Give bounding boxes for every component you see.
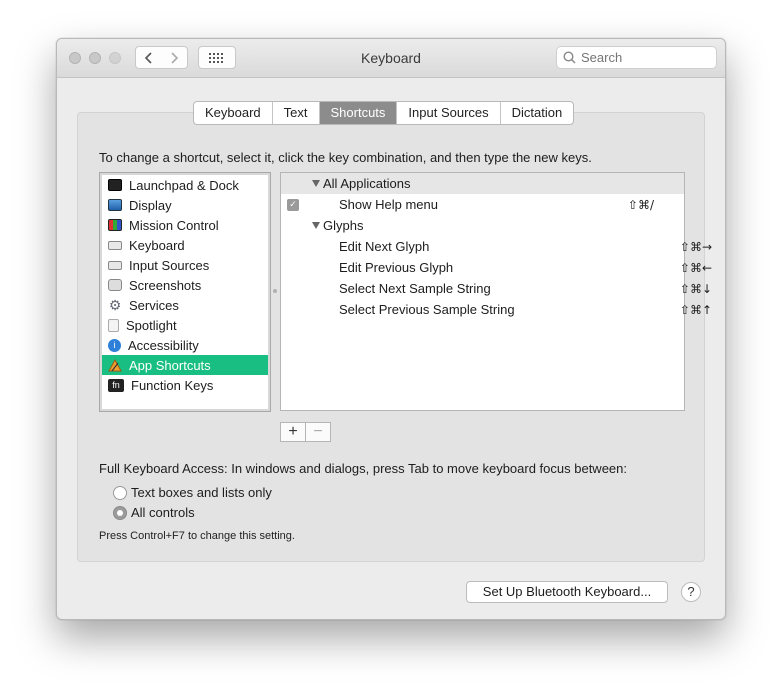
category-label: Display (129, 197, 172, 213)
shortcut-keys[interactable]: ⇧⌘→ (680, 240, 712, 254)
shortcut-row[interactable]: Edit Previous Glyph ⇧⌘← (281, 257, 725, 278)
full-keyboard-access-label: Full Keyboard Access: In windows and dia… (99, 461, 627, 476)
tab-shortcuts[interactable]: Shortcuts (319, 102, 398, 124)
disclosure-triangle-icon[interactable] (312, 180, 320, 187)
category-list[interactable]: Launchpad & Dock Display Mission Control… (99, 172, 271, 412)
shortcut-row[interactable]: Select Previous Sample String ⇧⌘↑ (281, 299, 725, 320)
shortcut-label: Select Previous Sample String (339, 302, 515, 317)
group-label: All Applications (323, 176, 411, 191)
tab-dictation[interactable]: Dictation (501, 102, 574, 124)
search-field[interactable] (556, 46, 717, 69)
shortcut-keys[interactable]: ⇧⌘/ (628, 198, 654, 212)
mission-control-icon (108, 219, 122, 231)
tab-bar: Keyboard Text Shortcuts Input Sources Di… (193, 101, 575, 125)
tab-text[interactable]: Text (273, 102, 320, 124)
shortcut-label: Select Next Sample String (339, 281, 491, 296)
instruction-text: To change a shortcut, select it, click t… (99, 150, 592, 165)
radio-label: All controls (131, 505, 195, 520)
search-icon (563, 51, 576, 64)
category-mission-control[interactable]: Mission Control (102, 215, 268, 235)
shortcut-keys[interactable]: ⇧⌘↑ (680, 303, 712, 317)
radio-text-boxes-lists[interactable]: Text boxes and lists only (113, 485, 272, 500)
shortcut-row[interactable]: Edit Next Glyph ⇧⌘→ (281, 236, 725, 257)
shortcut-checkbox[interactable]: ✓ (287, 198, 299, 211)
tab-input-sources[interactable]: Input Sources (397, 102, 501, 124)
keyboard-icon (108, 240, 122, 250)
category-label: Input Sources (129, 257, 210, 273)
screenshots-icon (108, 279, 122, 291)
keyboard-preferences-window: Keyboard Keyboard Text Shortcuts Input S… (56, 38, 726, 620)
category-app-shortcuts[interactable]: App Shortcuts (102, 355, 268, 375)
keyboard-access-hint: Press Control+F7 to change this setting. (99, 530, 295, 542)
category-display[interactable]: Display (102, 195, 268, 215)
radio-button[interactable] (113, 485, 127, 500)
remove-shortcut-button[interactable]: − (305, 422, 331, 442)
display-icon (108, 199, 122, 211)
group-label: Glyphs (323, 218, 364, 233)
shortcut-row[interactable]: ✓ Show Help menu ⇧⌘/ (281, 194, 684, 215)
category-function-keys[interactable]: fn Function Keys (102, 375, 268, 395)
shortcut-label: Show Help menu (339, 197, 438, 212)
category-label: Spotlight (126, 317, 177, 333)
add-shortcut-button[interactable]: + (280, 422, 306, 442)
category-services[interactable]: ⚙ Services (102, 295, 268, 315)
fn-icon: fn (108, 378, 124, 392)
category-input-sources[interactable]: Input Sources (102, 255, 268, 275)
gear-icon: ⚙ (108, 296, 122, 313)
category-label: Function Keys (131, 377, 214, 393)
group-all-applications[interactable]: All Applications (281, 173, 684, 194)
category-accessibility[interactable]: i Accessibility (102, 335, 268, 355)
category-label: Services (129, 297, 179, 313)
radio-label: Text boxes and lists only (131, 485, 272, 500)
category-spotlight[interactable]: Spotlight (102, 315, 268, 335)
category-label: App Shortcuts (129, 357, 211, 373)
category-label: Screenshots (129, 277, 202, 293)
input-sources-icon (108, 260, 122, 270)
help-button[interactable]: ? (681, 582, 701, 602)
title-bar: Keyboard (57, 39, 725, 78)
split-handle[interactable] (273, 289, 277, 293)
category-label: Accessibility (128, 337, 199, 353)
spotlight-icon (108, 318, 119, 332)
category-label: Keyboard (129, 237, 185, 253)
disclosure-triangle-icon[interactable] (312, 222, 320, 229)
category-label: Mission Control (129, 217, 219, 233)
radio-button[interactable] (113, 505, 127, 520)
group-glyphs[interactable]: Glyphs (281, 215, 684, 236)
category-keyboard[interactable]: Keyboard (102, 235, 268, 255)
shortcut-label: Edit Next Glyph (339, 239, 430, 254)
shortcut-keys[interactable]: ⇧⌘↓ (680, 282, 712, 296)
app-shortcuts-icon (108, 358, 122, 371)
radio-all-controls[interactable]: All controls (113, 505, 195, 520)
shortcut-label: Edit Previous Glyph (339, 260, 454, 275)
shortcut-list[interactable]: All Applications ✓ Show Help menu ⇧⌘/ Gl… (280, 172, 712, 411)
accessibility-icon: i (108, 338, 121, 352)
category-launchpad-dock[interactable]: Launchpad & Dock (102, 175, 268, 195)
setup-bluetooth-keyboard-button[interactable]: Set Up Bluetooth Keyboard... (466, 581, 668, 603)
launchpad-icon (108, 179, 122, 191)
search-input[interactable] (581, 50, 701, 65)
shortcut-row[interactable]: Select Next Sample String ⇧⌘↓ (281, 278, 725, 299)
category-screenshots[interactable]: Screenshots (102, 275, 268, 295)
tab-keyboard[interactable]: Keyboard (194, 102, 273, 124)
category-label: Launchpad & Dock (129, 177, 239, 193)
shortcut-keys[interactable]: ⇧⌘← (680, 261, 712, 275)
